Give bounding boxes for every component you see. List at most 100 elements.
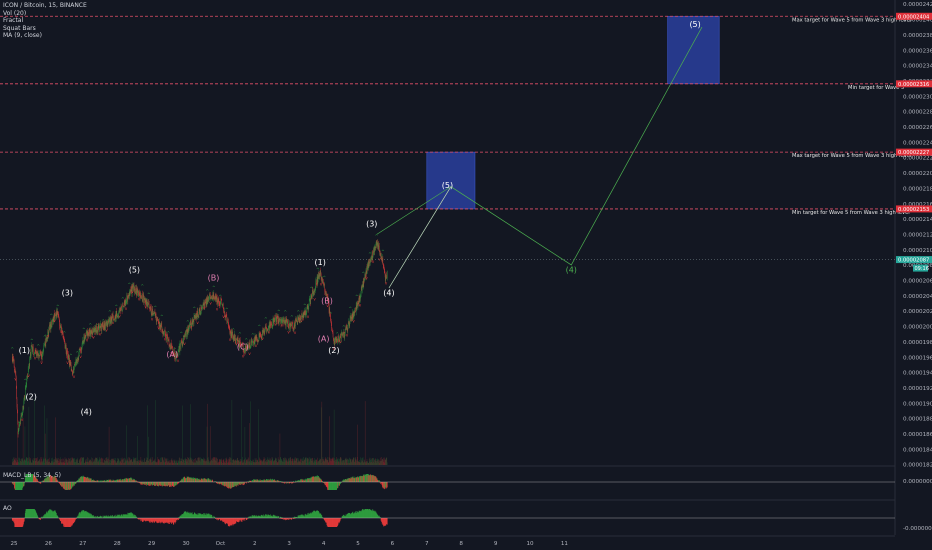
fractal-down: v [105,327,108,332]
y-tick-label: 0.00002300 [903,94,932,100]
price-tag-label: 0.00002404 [898,14,930,20]
fractal-up: ^ [329,311,332,316]
macd-tick-label: 0.00000000 [903,479,932,485]
fractal-down: v [14,376,17,381]
target-line-label: Min target for Wave 5 from Wave 3 high l… [792,210,910,216]
x-tick-label: 29 [148,541,156,547]
fractal-down: v [216,306,219,311]
x-tick-label: 27 [79,541,87,547]
y-tick-label: 0.00002120 [903,232,932,238]
x-tick-label: 28 [114,541,122,547]
fractal-down: v [294,330,297,335]
fractal-up: ^ [115,304,118,309]
fractal-up: ^ [186,319,189,324]
fractal-up: ^ [193,306,196,311]
fractal-up: ^ [355,294,358,299]
fractal-down: v [92,334,95,339]
fractal-up: ^ [69,353,72,358]
fractal-down: v [352,319,355,324]
y-tick-label: 0.00001940 [903,371,932,377]
x-tick-label: 2 [253,541,257,547]
y-tick-label: 0.00001880 [903,417,932,423]
fractal-down: v [190,325,193,330]
fractal-up: ^ [121,296,124,301]
x-tick-label: 11 [561,541,569,547]
fractal-down: v [261,336,264,341]
fractal-down: v [151,316,154,321]
current-price-label: 0.00002087 [898,258,929,264]
y-tick-label: 0.00001820 [903,463,932,469]
price-tag-label: 0.00002153 [898,207,929,213]
fractal-down: v [248,351,251,356]
fractal-up: ^ [264,317,267,322]
fractal-up: ^ [303,303,306,308]
y-tick-label: 0.00001840 [903,447,932,453]
y-tick-label: 0.00002040 [903,294,932,300]
fractal-up: ^ [290,315,293,320]
fractal-down: v [203,305,206,310]
y-tick-label: 0.00002260 [903,125,932,131]
x-tick-label: 25 [10,541,18,547]
fractal-up: ^ [11,347,14,352]
fractal-up: ^ [89,323,92,328]
y-tick-label: 0.00001920 [903,386,932,392]
fractal-up: ^ [219,294,222,299]
fractal-down: v [307,314,310,319]
x-tick-label: 5 [356,541,360,547]
y-tick-label: 0.00002060 [903,279,932,285]
fractal-down: v [112,320,115,325]
x-tick-label: 10 [526,541,534,547]
chart-canvas[interactable]: 0.000024200.000024000.000023800.00002360… [0,0,932,550]
fractal-down: v [365,275,368,280]
y-tick-label: 0.00002100 [903,248,932,254]
fractal-down: v [73,374,76,379]
fractal-down: v [385,280,388,285]
fractal-up: ^ [297,310,300,315]
y-tick-label: 0.00001900 [903,401,932,407]
fractal-up: ^ [180,331,183,336]
fractal-up: ^ [37,343,40,348]
fractal-up: ^ [128,282,131,287]
y-tick-label: 0.00002000 [903,325,932,331]
fractal-up: ^ [167,330,170,335]
x-tick-label: 7 [425,541,429,547]
x-tick-label: 26 [45,541,53,547]
y-tick-label: 0.00001860 [903,432,932,438]
x-tick-label: 6 [391,541,395,547]
y-tick-label: 0.00002380 [903,33,932,39]
fractal-down: v [125,306,128,311]
fractal-up: ^ [24,378,27,383]
fractal-up: ^ [206,289,209,294]
fractal-up: ^ [310,286,313,291]
fractal-down: v [359,302,362,307]
fractal-up: ^ [56,304,59,309]
fractal-up: ^ [225,307,228,312]
y-tick-label: 0.00002420 [903,2,932,8]
y-tick-label: 0.00002180 [903,186,932,192]
fractal-down: v [21,417,24,422]
target-line-label: Max target for Wave 5 from Wave 3 high l… [792,153,911,159]
fractal-up: ^ [342,325,345,330]
fractal-down: v [86,338,89,343]
fractal-down: v [79,354,82,359]
volume-group [12,398,388,465]
fractal-up: ^ [134,285,137,290]
x-tick-label: Oct [216,541,226,547]
fractal-up: ^ [160,314,163,319]
fractal-up: ^ [277,309,280,314]
fractal-up: ^ [336,332,339,337]
fractal-up: ^ [108,309,111,314]
y-tick-label: 0.00002140 [903,217,932,223]
fractal-up: ^ [284,309,287,314]
fractal-down: v [339,339,342,344]
fractal-down: v [27,373,30,378]
x-tick-label: 9 [494,541,498,547]
target-line-label: Min target for Wave 5 [848,85,904,91]
fractal-up: ^ [102,318,105,323]
y-tick-label: 0.00002200 [903,171,932,177]
fractal-up: ^ [141,284,144,289]
y-tick-label: 0.00001960 [903,355,932,361]
x-tick-label: 4 [322,541,326,547]
target-line-label: Max target for Wave 5 from Wave 3 high l… [792,17,911,23]
fractal-down: v [183,341,186,346]
